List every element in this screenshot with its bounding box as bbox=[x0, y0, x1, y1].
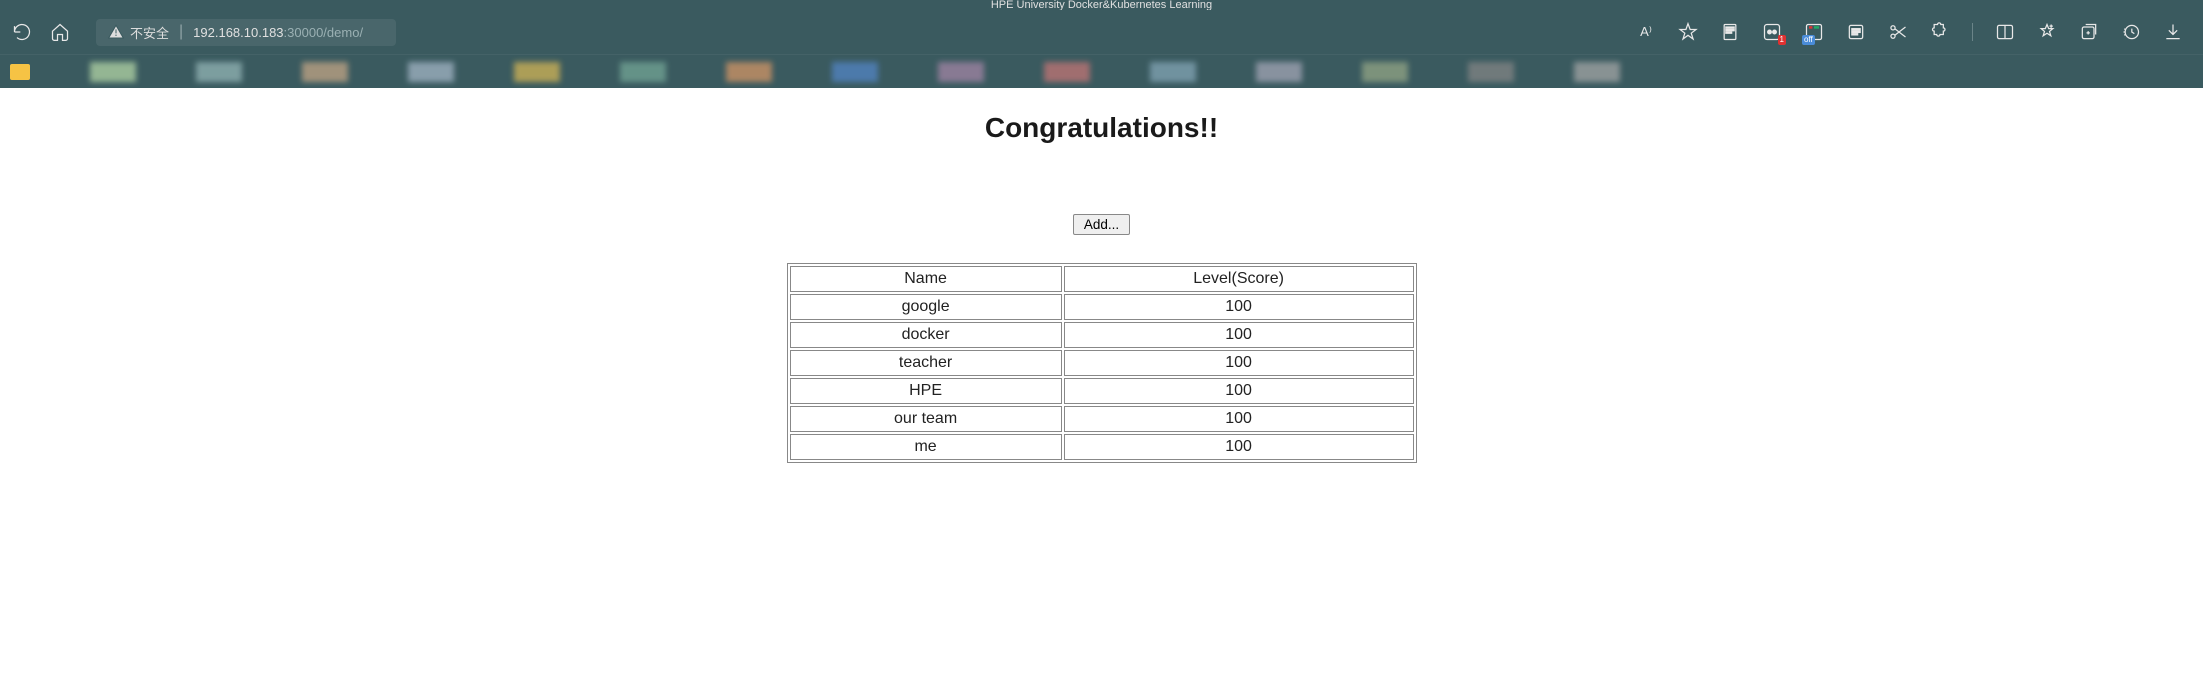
cell-name: google bbox=[790, 294, 1062, 320]
address-separator: | bbox=[179, 23, 183, 41]
bookmark-item[interactable] bbox=[408, 62, 454, 82]
col-score-header: Level(Score) bbox=[1064, 266, 1414, 292]
extension1-badge: 1 bbox=[1778, 35, 1786, 45]
extension2-icon[interactable]: off bbox=[1804, 22, 1824, 42]
cell-name: docker bbox=[790, 322, 1062, 348]
document-icon[interactable] bbox=[1720, 22, 1740, 42]
bookmark-item[interactable] bbox=[302, 62, 348, 82]
toolbar-right: A⁾ 1 off bbox=[1636, 22, 2191, 42]
home-icon[interactable] bbox=[50, 22, 70, 42]
notes-icon[interactable] bbox=[1846, 22, 1866, 42]
bookmark-item[interactable] bbox=[726, 62, 772, 82]
table-row: our team100 bbox=[790, 406, 1414, 432]
favorites-icon[interactable] bbox=[2037, 22, 2057, 42]
page-title: Congratulations!! bbox=[0, 112, 2203, 144]
table-row: docker100 bbox=[790, 322, 1414, 348]
security-warning[interactable]: 不安全 bbox=[108, 23, 169, 42]
add-button[interactable]: Add... bbox=[1073, 214, 1130, 235]
cell-score: 100 bbox=[1064, 434, 1414, 460]
cell-score: 100 bbox=[1064, 406, 1414, 432]
read-aloud-icon[interactable]: A⁾ bbox=[1636, 22, 1656, 42]
bookmark-item[interactable] bbox=[832, 62, 878, 82]
favorite-icon[interactable] bbox=[1678, 22, 1698, 42]
tab-title[interactable]: HPE University Docker&Kubernetes Learnin… bbox=[991, 0, 1212, 10]
address-bar[interactable]: 不安全 | 192.168.10.183:30000/demo/ bbox=[96, 19, 396, 46]
cell-score: 100 bbox=[1064, 322, 1414, 348]
cell-score: 100 bbox=[1064, 294, 1414, 320]
bookmark-item[interactable] bbox=[1574, 62, 1620, 82]
extensions-icon[interactable] bbox=[1930, 22, 1950, 42]
col-name-header: Name bbox=[790, 266, 1062, 292]
bookmark-item[interactable] bbox=[1256, 62, 1302, 82]
cell-name: HPE bbox=[790, 378, 1062, 404]
browser-chrome: HPE University Docker&Kubernetes Learnin… bbox=[0, 0, 2203, 88]
url-text: 192.168.10.183:30000/demo/ bbox=[193, 25, 363, 40]
bookmark-folder-icon[interactable] bbox=[10, 64, 30, 80]
bookmark-item[interactable] bbox=[1150, 62, 1196, 82]
table-row: me100 bbox=[790, 434, 1414, 460]
browser-toolbar: 不安全 | 192.168.10.183:30000/demo/ A⁾ 1 bbox=[0, 10, 2203, 54]
table-row: HPE100 bbox=[790, 378, 1414, 404]
table-header-row: NameLevel(Score) bbox=[790, 266, 1414, 292]
bookmark-item[interactable] bbox=[1044, 62, 1090, 82]
cell-name: teacher bbox=[790, 350, 1062, 376]
bookmark-item[interactable] bbox=[1468, 62, 1514, 82]
extension2-off-badge: off bbox=[1802, 35, 1815, 45]
history-icon[interactable] bbox=[2121, 22, 2141, 42]
page-content: Congratulations!! Add... NameLevel(Score… bbox=[0, 88, 2203, 487]
bookmark-item[interactable] bbox=[620, 62, 666, 82]
sidebar-icon[interactable] bbox=[1995, 22, 2015, 42]
score-table: NameLevel(Score)google100docker100teache… bbox=[787, 263, 1417, 463]
bookmark-item[interactable] bbox=[196, 62, 242, 82]
bookmark-item[interactable] bbox=[90, 62, 136, 82]
downloads-icon[interactable] bbox=[2163, 22, 2183, 42]
table-row: teacher100 bbox=[790, 350, 1414, 376]
extension1-icon[interactable]: 1 bbox=[1762, 22, 1782, 42]
toolbar-separator bbox=[1972, 23, 1973, 41]
bookmark-item[interactable] bbox=[514, 62, 560, 82]
cell-score: 100 bbox=[1064, 350, 1414, 376]
security-label: 不安全 bbox=[130, 23, 169, 42]
refresh-icon[interactable] bbox=[12, 22, 32, 42]
table-row: google100 bbox=[790, 294, 1414, 320]
cell-name: me bbox=[790, 434, 1062, 460]
collections-icon[interactable] bbox=[2079, 22, 2099, 42]
cell-score: 100 bbox=[1064, 378, 1414, 404]
tab-bar: HPE University Docker&Kubernetes Learnin… bbox=[0, 0, 2203, 10]
bookmarks-bar[interactable] bbox=[0, 54, 2203, 88]
scissors-icon[interactable] bbox=[1888, 22, 1908, 42]
bookmark-item[interactable] bbox=[1362, 62, 1408, 82]
cell-name: our team bbox=[790, 406, 1062, 432]
bookmark-item[interactable] bbox=[938, 62, 984, 82]
